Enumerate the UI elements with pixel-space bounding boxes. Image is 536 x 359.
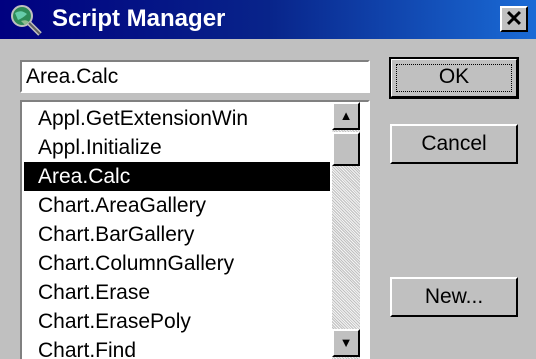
new-button[interactable]: New... <box>390 277 518 317</box>
list-item[interactable]: Chart.ErasePoly <box>24 307 330 336</box>
cancel-button-label: Cancel <box>421 132 487 155</box>
list-item[interactable]: Chart.BarGallery <box>24 220 330 249</box>
window-title: Script Manager <box>52 5 226 32</box>
arrow-down-icon: ▼ <box>339 335 353 350</box>
list-item[interactable]: Appl.Initialize <box>24 133 330 162</box>
list-item[interactable]: Chart.Find <box>24 336 330 359</box>
scroll-thumb[interactable] <box>332 132 360 166</box>
title-bar[interactable]: Script Manager ✕ <box>0 0 536 39</box>
list-item[interactable]: Chart.AreaGallery <box>24 191 330 220</box>
ok-button[interactable]: OK <box>389 57 519 99</box>
cancel-button[interactable]: Cancel <box>390 124 518 164</box>
script-list-items: Appl.GetExtensionWin Appl.Initialize Area.… <box>24 104 330 359</box>
scroll-down-button[interactable]: ▼ <box>332 329 360 357</box>
list-item[interactable]: Area.Calc <box>24 162 330 191</box>
scroll-up-button[interactable]: ▲ <box>332 102 360 130</box>
list-scrollbar[interactable]: ▲ ▼ <box>332 102 360 359</box>
list-item[interactable]: Chart.ColumnGallery <box>24 249 330 278</box>
globe-magnifier-icon <box>11 5 42 36</box>
focus-rect <box>396 64 512 92</box>
close-button[interactable]: ✕ <box>500 6 528 32</box>
list-item[interactable]: Appl.GetExtensionWin <box>24 104 330 133</box>
close-icon: ✕ <box>504 6 524 31</box>
script-list[interactable]: Appl.GetExtensionWin Appl.Initialize Area.… <box>20 100 370 359</box>
script-name-input[interactable] <box>20 60 370 93</box>
list-item[interactable]: Chart.Erase <box>24 278 330 307</box>
new-button-label: New... <box>424 285 484 308</box>
arrow-up-icon: ▲ <box>339 108 353 123</box>
